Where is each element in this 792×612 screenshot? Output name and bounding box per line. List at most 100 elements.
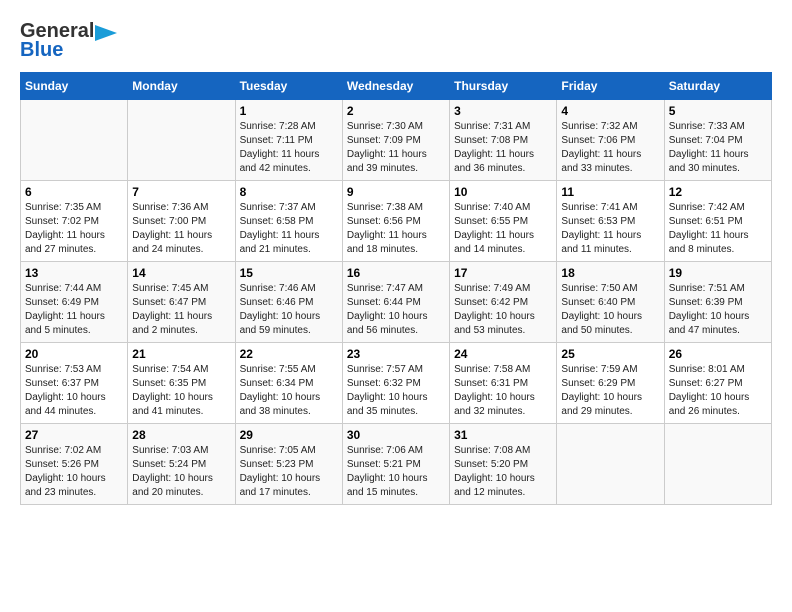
logo: General Blue xyxy=(20,20,117,62)
day-info: Sunrise: 7:38 AM Sunset: 6:56 PM Dayligh… xyxy=(347,201,445,257)
calendar-cell: 7 Sunrise: 7:36 AM Sunset: 7:00 PM Daylig… xyxy=(128,181,235,262)
calendar-cell: 9 Sunrise: 7:38 AM Sunset: 6:56 PM Daylig… xyxy=(342,181,449,262)
day-number: 18 xyxy=(561,266,659,280)
day-info: Sunrise: 7:57 AM Sunset: 6:32 PM Dayligh… xyxy=(347,363,445,419)
calendar-cell: 8 Sunrise: 7:37 AM Sunset: 6:58 PM Daylig… xyxy=(235,181,342,262)
day-info: Sunrise: 7:45 AM Sunset: 6:47 PM Dayligh… xyxy=(132,282,230,338)
calendar-week-row: 1 Sunrise: 7:28 AM Sunset: 7:11 PM Daylig… xyxy=(21,100,772,181)
calendar-cell: 21 Sunrise: 7:54 AM Sunset: 6:35 PM Dayli… xyxy=(128,343,235,424)
calendar-table: SundayMondayTuesdayWednesdayThursdayFrid… xyxy=(20,72,772,505)
calendar-cell: 17 Sunrise: 7:49 AM Sunset: 6:42 PM Dayli… xyxy=(450,262,557,343)
calendar-cell xyxy=(21,100,128,181)
calendar-cell: 4Sunrise: 7:32 AM Sunset: 7:06 PM Daylig… xyxy=(557,100,664,181)
day-number: 28 xyxy=(132,428,230,442)
calendar-cell xyxy=(557,424,664,505)
calendar-week-row: 13Sunrise: 7:44 AM Sunset: 6:49 PM Dayli… xyxy=(21,262,772,343)
calendar-week-row: 20Sunrise: 7:53 AM Sunset: 6:37 PM Dayli… xyxy=(21,343,772,424)
day-info: Sunrise: 7:58 AM Sunset: 6:31 PM Dayligh… xyxy=(454,363,552,419)
day-number: 7 xyxy=(132,185,230,199)
logo-text-blue: Blue xyxy=(20,39,63,62)
weekday-header-sunday: Sunday xyxy=(21,73,128,100)
day-number: 10 xyxy=(454,185,552,199)
weekday-header-monday: Monday xyxy=(128,73,235,100)
day-number: 17 xyxy=(454,266,552,280)
day-info: Sunrise: 7:51 AM Sunset: 6:39 PM Dayligh… xyxy=(669,282,767,338)
day-number: 8 xyxy=(240,185,338,199)
calendar-cell: 25Sunrise: 7:59 AM Sunset: 6:29 PM Dayli… xyxy=(557,343,664,424)
day-number: 29 xyxy=(240,428,338,442)
calendar-cell: 20Sunrise: 7:53 AM Sunset: 6:37 PM Dayli… xyxy=(21,343,128,424)
page-header: General Blue xyxy=(20,20,772,62)
day-info: Sunrise: 7:50 AM Sunset: 6:40 PM Dayligh… xyxy=(561,282,659,338)
calendar-cell xyxy=(128,100,235,181)
day-info: Sunrise: 7:06 AM Sunset: 5:21 PM Dayligh… xyxy=(347,444,445,500)
day-number: 11 xyxy=(561,185,659,199)
day-info: Sunrise: 7:37 AM Sunset: 6:58 PM Dayligh… xyxy=(240,201,338,257)
day-info: Sunrise: 7:42 AM Sunset: 6:51 PM Dayligh… xyxy=(669,201,767,257)
calendar-cell: 16Sunrise: 7:47 AM Sunset: 6:44 PM Dayli… xyxy=(342,262,449,343)
day-number: 1 xyxy=(240,104,338,118)
day-number: 23 xyxy=(347,347,445,361)
weekday-header-row: SundayMondayTuesdayWednesdayThursdayFrid… xyxy=(21,73,772,100)
calendar-cell: 1 Sunrise: 7:28 AM Sunset: 7:11 PM Daylig… xyxy=(235,100,342,181)
calendar-cell: 2Sunrise: 7:30 AM Sunset: 7:09 PM Daylig… xyxy=(342,100,449,181)
calendar-cell: 19 Sunrise: 7:51 AM Sunset: 6:39 PM Dayli… xyxy=(664,262,771,343)
calendar-cell: 15Sunrise: 7:46 AM Sunset: 6:46 PM Dayli… xyxy=(235,262,342,343)
day-info: Sunrise: 7:33 AM Sunset: 7:04 PM Dayligh… xyxy=(669,120,767,176)
day-info: Sunrise: 7:40 AM Sunset: 6:55 PM Dayligh… xyxy=(454,201,552,257)
day-number: 27 xyxy=(25,428,123,442)
day-info: Sunrise: 8:01 AM Sunset: 6:27 PM Dayligh… xyxy=(669,363,767,419)
calendar-cell: 22Sunrise: 7:55 AM Sunset: 6:34 PM Dayli… xyxy=(235,343,342,424)
day-info: Sunrise: 7:55 AM Sunset: 6:34 PM Dayligh… xyxy=(240,363,338,419)
day-number: 6 xyxy=(25,185,123,199)
calendar-cell: 26Sunrise: 8:01 AM Sunset: 6:27 PM Dayli… xyxy=(664,343,771,424)
calendar-cell: 11 Sunrise: 7:41 AM Sunset: 6:53 PM Dayli… xyxy=(557,181,664,262)
day-number: 9 xyxy=(347,185,445,199)
day-number: 5 xyxy=(669,104,767,118)
weekday-header-tuesday: Tuesday xyxy=(235,73,342,100)
weekday-header-friday: Friday xyxy=(557,73,664,100)
calendar-cell: 14 Sunrise: 7:45 AM Sunset: 6:47 PM Dayli… xyxy=(128,262,235,343)
calendar-cell: 31Sunrise: 7:08 AM Sunset: 5:20 PM Dayli… xyxy=(450,424,557,505)
day-number: 4 xyxy=(561,104,659,118)
calendar-week-row: 27Sunrise: 7:02 AM Sunset: 5:26 PM Dayli… xyxy=(21,424,772,505)
calendar-cell xyxy=(664,424,771,505)
calendar-cell: 30 Sunrise: 7:06 AM Sunset: 5:21 PM Dayli… xyxy=(342,424,449,505)
day-number: 3 xyxy=(454,104,552,118)
calendar-cell: 13Sunrise: 7:44 AM Sunset: 6:49 PM Dayli… xyxy=(21,262,128,343)
day-info: Sunrise: 7:47 AM Sunset: 6:44 PM Dayligh… xyxy=(347,282,445,338)
logo-arrow-icon xyxy=(95,25,117,41)
calendar-cell: 10 Sunrise: 7:40 AM Sunset: 6:55 PM Dayli… xyxy=(450,181,557,262)
calendar-cell: 29 Sunrise: 7:05 AM Sunset: 5:23 PM Dayli… xyxy=(235,424,342,505)
day-info: Sunrise: 7:05 AM Sunset: 5:23 PM Dayligh… xyxy=(240,444,338,500)
day-info: Sunrise: 7:30 AM Sunset: 7:09 PM Dayligh… xyxy=(347,120,445,176)
calendar-cell: 6 Sunrise: 7:35 AM Sunset: 7:02 PM Daylig… xyxy=(21,181,128,262)
day-info: Sunrise: 7:36 AM Sunset: 7:00 PM Dayligh… xyxy=(132,201,230,257)
calendar-cell: 5 Sunrise: 7:33 AM Sunset: 7:04 PM Daylig… xyxy=(664,100,771,181)
day-info: Sunrise: 7:49 AM Sunset: 6:42 PM Dayligh… xyxy=(454,282,552,338)
day-number: 24 xyxy=(454,347,552,361)
day-info: Sunrise: 7:28 AM Sunset: 7:11 PM Dayligh… xyxy=(240,120,338,176)
calendar-cell: 3 Sunrise: 7:31 AM Sunset: 7:08 PM Daylig… xyxy=(450,100,557,181)
calendar-cell: 18 Sunrise: 7:50 AM Sunset: 6:40 PM Dayli… xyxy=(557,262,664,343)
day-number: 25 xyxy=(561,347,659,361)
calendar-cell: 23 Sunrise: 7:57 AM Sunset: 6:32 PM Dayli… xyxy=(342,343,449,424)
day-number: 12 xyxy=(669,185,767,199)
day-number: 21 xyxy=(132,347,230,361)
day-number: 14 xyxy=(132,266,230,280)
calendar-cell: 28 Sunrise: 7:03 AM Sunset: 5:24 PM Dayli… xyxy=(128,424,235,505)
day-number: 19 xyxy=(669,266,767,280)
day-info: Sunrise: 7:54 AM Sunset: 6:35 PM Dayligh… xyxy=(132,363,230,419)
calendar-week-row: 6 Sunrise: 7:35 AM Sunset: 7:02 PM Daylig… xyxy=(21,181,772,262)
calendar-cell: 27Sunrise: 7:02 AM Sunset: 5:26 PM Dayli… xyxy=(21,424,128,505)
day-info: Sunrise: 7:35 AM Sunset: 7:02 PM Dayligh… xyxy=(25,201,123,257)
weekday-header-thursday: Thursday xyxy=(450,73,557,100)
day-number: 30 xyxy=(347,428,445,442)
day-number: 15 xyxy=(240,266,338,280)
day-info: Sunrise: 7:31 AM Sunset: 7:08 PM Dayligh… xyxy=(454,120,552,176)
day-info: Sunrise: 7:41 AM Sunset: 6:53 PM Dayligh… xyxy=(561,201,659,257)
day-info: Sunrise: 7:53 AM Sunset: 6:37 PM Dayligh… xyxy=(25,363,123,419)
weekday-header-saturday: Saturday xyxy=(664,73,771,100)
day-info: Sunrise: 7:08 AM Sunset: 5:20 PM Dayligh… xyxy=(454,444,552,500)
day-info: Sunrise: 7:03 AM Sunset: 5:24 PM Dayligh… xyxy=(132,444,230,500)
